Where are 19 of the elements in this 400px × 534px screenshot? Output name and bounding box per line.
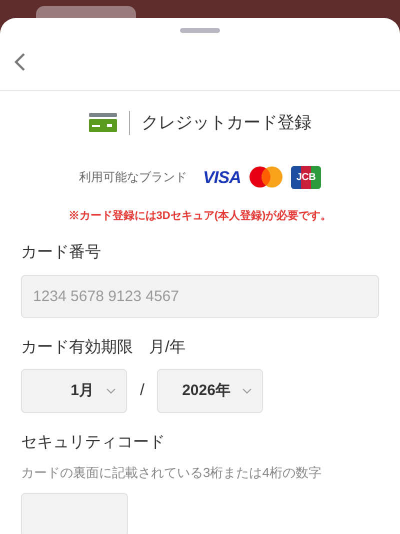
card-number-label: カード番号: [21, 242, 102, 263]
credit-card-icon: [88, 112, 116, 133]
page-title: クレジットカード登録: [142, 112, 312, 134]
card-number-field[interactable]: 1234 5678 9123 4567: [21, 275, 379, 318]
security-code-label: セキュリティコード: [21, 433, 166, 453]
month-select[interactable]: 1月: [21, 369, 127, 413]
chevron-down-icon: [242, 388, 252, 394]
back-button[interactable]: [14, 52, 26, 72]
date-separator: /: [139, 381, 146, 401]
visa-logo: VISA: [203, 168, 241, 186]
brands-label: 利用可能なブランド: [79, 169, 187, 186]
drag-handle[interactable]: [180, 28, 220, 33]
chevron-down-icon: [106, 388, 116, 394]
security-code-field[interactable]: [21, 492, 128, 534]
security-code-hint: カードの裏面に記載されている3桁または4桁の数字: [21, 464, 322, 482]
mastercard-logo: [248, 166, 283, 188]
year-select[interactable]: 2026年: [157, 369, 264, 413]
notice-text: ※カード登録には3Dセキュア(本人登録)が必要です。: [67, 208, 333, 224]
expiry-label: カード有効期限 月/年: [21, 338, 186, 358]
